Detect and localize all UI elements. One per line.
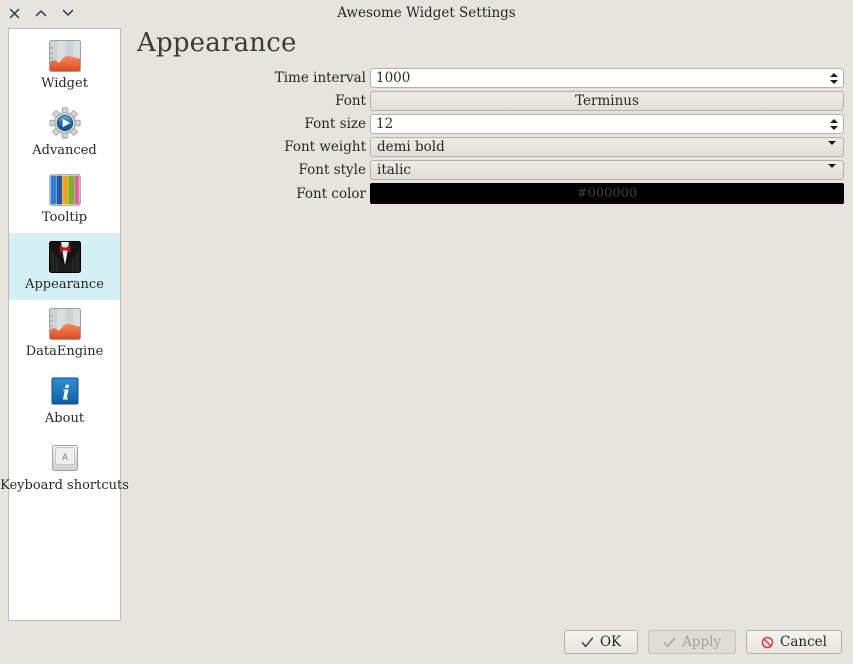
sidebar-item-dataengine[interactable]: DataEngine (9, 300, 120, 367)
spinner-arrows-icon[interactable] (830, 114, 838, 134)
check-icon (663, 637, 676, 648)
info-icon: i (49, 375, 81, 407)
font-label: Font (0, 93, 370, 109)
awesome-widget-settings-window: { "window": { "title": "Awesome Widget S… (0, 0, 853, 664)
cancel-icon (761, 636, 774, 649)
font-color-value: #000000 (577, 186, 638, 201)
time-interval-label: Time interval (0, 70, 370, 86)
titlebar: Awesome Widget Settings (0, 0, 853, 26)
sidebar-item-label: DataEngine (26, 344, 104, 359)
font-weight-value: demi bold (377, 139, 445, 155)
font-weight-row: Font weight demi bold (0, 137, 844, 157)
font-weight-label: Font weight (0, 139, 370, 155)
ok-button-label: OK (600, 634, 621, 650)
sidebar-item-label: About (45, 411, 84, 426)
sidebar-item-keyboard-shortcuts[interactable]: A Keyboard shortcuts (9, 434, 120, 501)
widget-chart-icon (49, 308, 81, 340)
dialog-button-bar: OK Apply Cancel (564, 630, 842, 654)
font-weight-combobox[interactable]: demi bold (370, 137, 844, 157)
time-interval-spinbox[interactable]: 1000 (370, 68, 844, 88)
time-interval-value: 1000 (376, 70, 410, 86)
cancel-button-label: Cancel (780, 634, 827, 650)
font-size-row: Font size 12 (0, 114, 844, 134)
font-button-value: Terminus (575, 93, 639, 109)
sidebar-item-label: Keyboard shortcuts (0, 478, 129, 493)
apply-button[interactable]: Apply (648, 630, 736, 654)
svg-text:i: i (62, 381, 70, 405)
sidebar-item-label: Tooltip (42, 210, 87, 225)
font-color-button[interactable]: #000000 (370, 183, 844, 204)
font-row: Font Terminus (0, 91, 844, 111)
font-size-spinbox[interactable]: 12 (370, 114, 844, 134)
font-color-row: Font color #000000 (0, 183, 844, 204)
font-style-combobox[interactable]: italic (370, 160, 844, 180)
font-size-label: Font size (0, 116, 370, 132)
sidebar-item-about[interactable]: i About (9, 367, 120, 434)
tuxedo-icon (49, 241, 81, 273)
font-select-button[interactable]: Terminus (370, 91, 844, 111)
font-size-value: 12 (376, 116, 393, 132)
check-icon (581, 637, 594, 648)
font-style-row: Font style italic (0, 160, 844, 180)
font-style-value: italic (377, 162, 411, 178)
appearance-form: Time interval 1000 Font Terminus Font si… (0, 68, 844, 207)
sidebar-item-appearance[interactable]: Appearance (9, 233, 120, 300)
keyboard-key-icon: A (49, 442, 81, 474)
window-title: Awesome Widget Settings (0, 0, 853, 26)
font-color-label: Font color (0, 186, 370, 202)
spinner-arrows-icon[interactable] (830, 68, 838, 88)
apply-button-label: Apply (682, 634, 721, 650)
ok-button[interactable]: OK (564, 630, 638, 654)
sidebar-item-label: Appearance (25, 277, 104, 292)
svg-text:A: A (62, 453, 68, 463)
time-interval-row: Time interval 1000 (0, 68, 844, 88)
font-style-label: Font style (0, 162, 370, 178)
page-title: Appearance (137, 28, 297, 58)
cancel-button[interactable]: Cancel (746, 630, 842, 654)
